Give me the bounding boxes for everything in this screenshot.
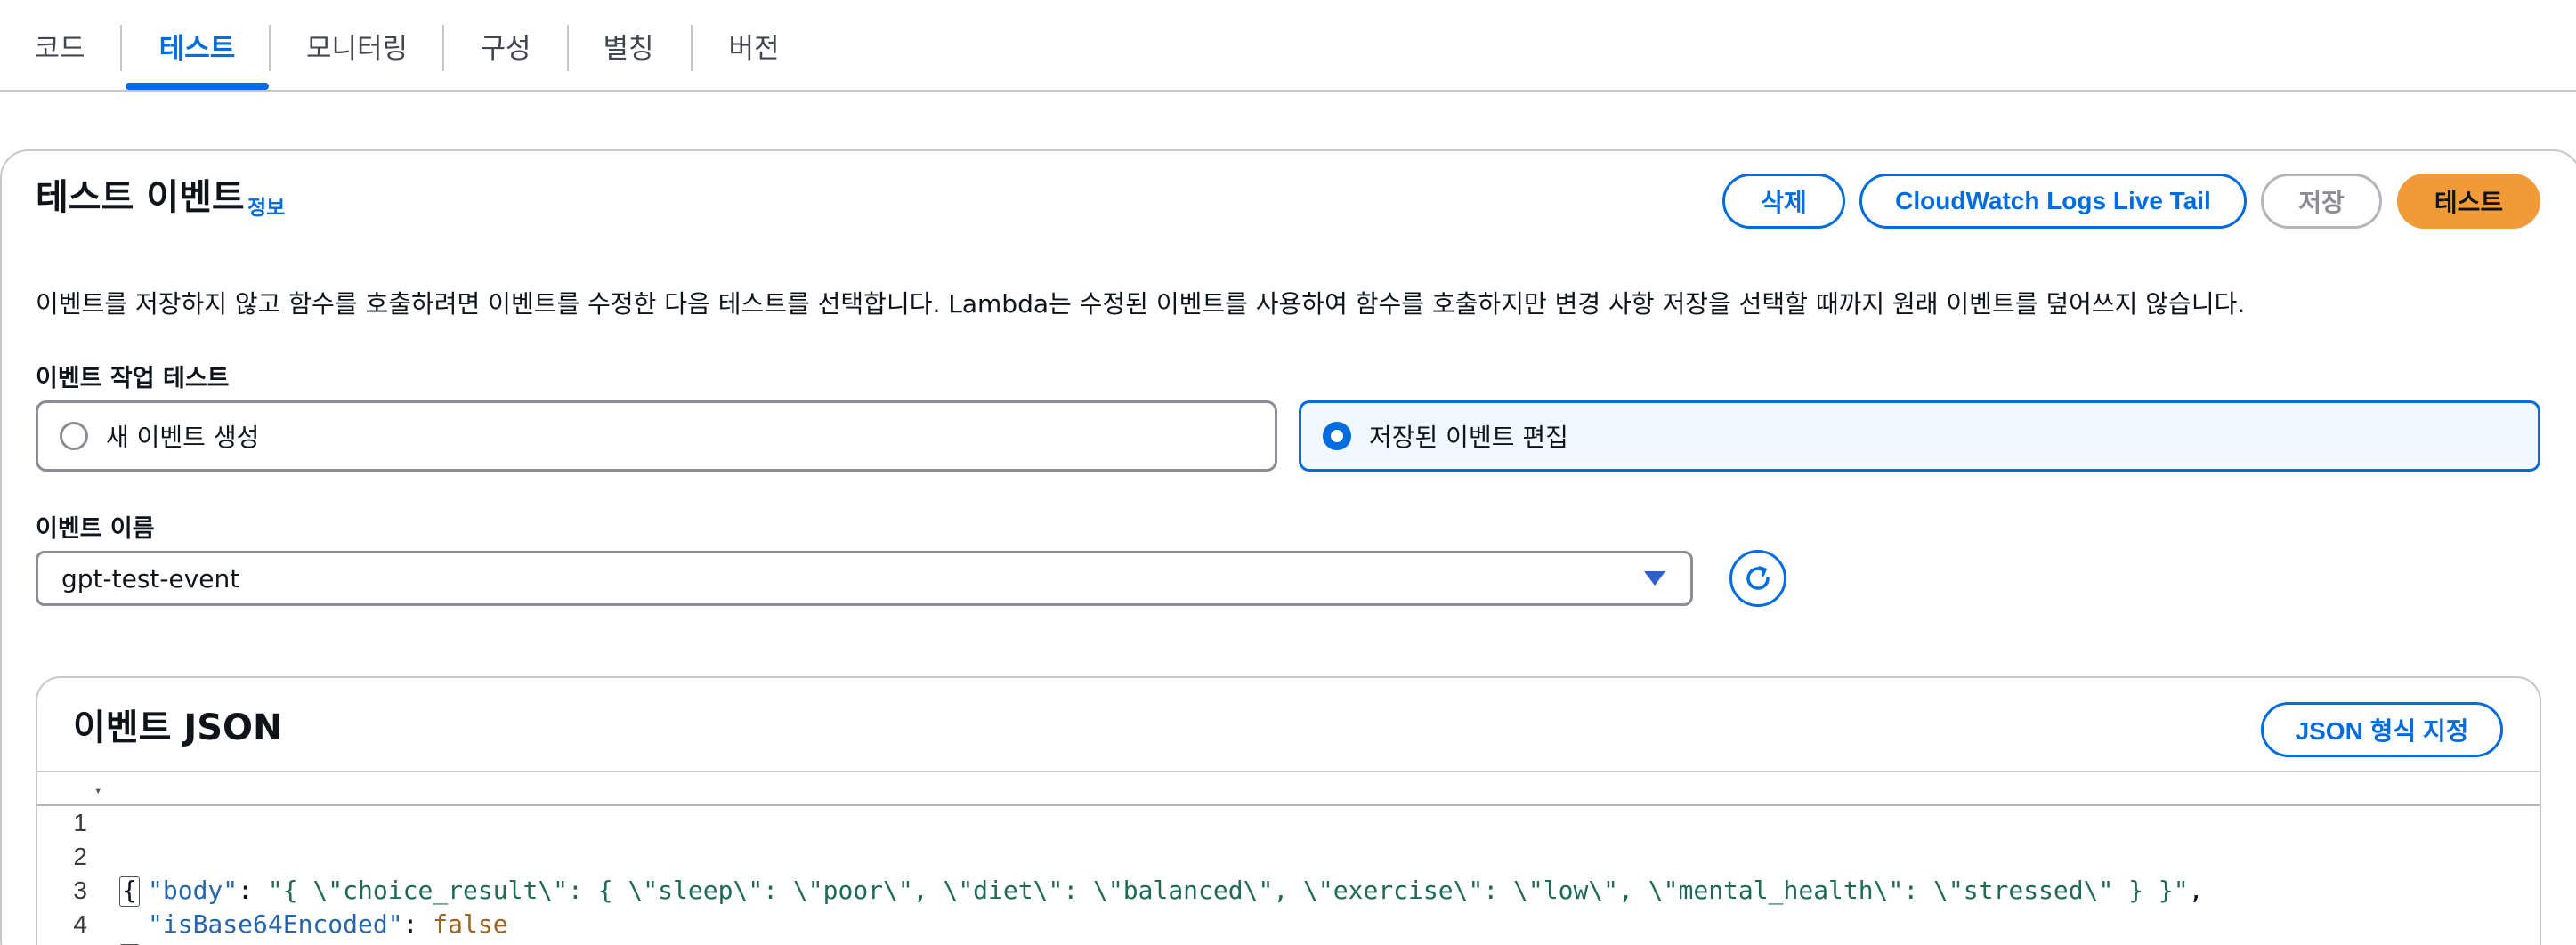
tab-versions[interactable]: 버전: [709, 0, 798, 92]
tab-divider: [269, 25, 271, 71]
code-line: 4 }: [37, 874, 2540, 945]
code-line: 2 "body": "{ \"choice_result\": { \"slee…: [37, 806, 2540, 905]
format-json-button[interactable]: JSON 형식 지정: [2261, 702, 2503, 757]
event-name-value: gpt-test-event: [61, 563, 240, 594]
cloudwatch-live-tail-button[interactable]: CloudWatch Logs Live Tail: [1859, 174, 2247, 229]
tab-divider: [442, 25, 444, 71]
radio-label: 새 이벤트 생성: [106, 423, 260, 452]
tab-divider: [567, 25, 569, 71]
tab-monitoring[interactable]: 모니터링: [287, 0, 427, 92]
fold-toggle-icon[interactable]: ▾: [94, 774, 101, 808]
caret-down-icon: [1644, 571, 1665, 586]
tab-bar: 코드 테스트 모니터링 구성 별칭 버전: [0, 0, 2576, 92]
event-action-label: 이벤트 작업 테스트: [36, 365, 230, 392]
info-link[interactable]: 정보: [247, 190, 285, 221]
json-key: "isBase64Encoded": [148, 909, 403, 939]
save-button[interactable]: 저장: [2261, 174, 2382, 229]
tab-configuration[interactable]: 구성: [461, 0, 550, 92]
refresh-icon: [1746, 566, 1770, 590]
event-name-select[interactable]: gpt-test-event: [36, 551, 1693, 606]
active-tab-indicator: [126, 83, 269, 90]
tab-aliases[interactable]: 별칭: [584, 0, 673, 92]
tab-test[interactable]: 테스트: [126, 0, 269, 92]
radio-button-checked[interactable]: [1323, 422, 1351, 450]
description-text: 이벤트를 저장하지 않고 함수를 호출하려면 이벤트를 수정한 다음 테스트를 …: [36, 289, 2246, 319]
json-boolean-value: false: [433, 909, 508, 939]
test-button[interactable]: 테스트: [2397, 174, 2540, 229]
json-colon: :: [402, 909, 433, 939]
panel-title: 테스트 이벤트: [36, 177, 245, 218]
json-code-editor[interactable]: 1 ▾ { 2 "body": "{ \"choice_result\": { …: [37, 771, 2540, 945]
code-line: 3 "isBase64Encoded": false: [37, 840, 2540, 939]
editor-title: 이벤트 JSON: [73, 707, 283, 748]
radio-create-new-event[interactable]: 새 이벤트 생성: [36, 400, 1277, 472]
radio-label: 저장된 이벤트 편집: [1369, 423, 1568, 452]
refresh-button[interactable]: [1729, 550, 1786, 607]
code-line: 1 ▾ {: [37, 772, 2540, 907]
line-number: 4: [73, 910, 87, 938]
event-name-label: 이벤트 이름: [36, 515, 155, 543]
tab-code[interactable]: 코드: [18, 0, 101, 92]
tab-divider: [120, 25, 122, 71]
delete-button[interactable]: 삭제: [1722, 174, 1845, 229]
radio-button-unchecked[interactable]: [60, 422, 88, 450]
radio-edit-saved-event[interactable]: 저장된 이벤트 편집: [1299, 400, 2540, 472]
tab-divider: [691, 25, 693, 71]
